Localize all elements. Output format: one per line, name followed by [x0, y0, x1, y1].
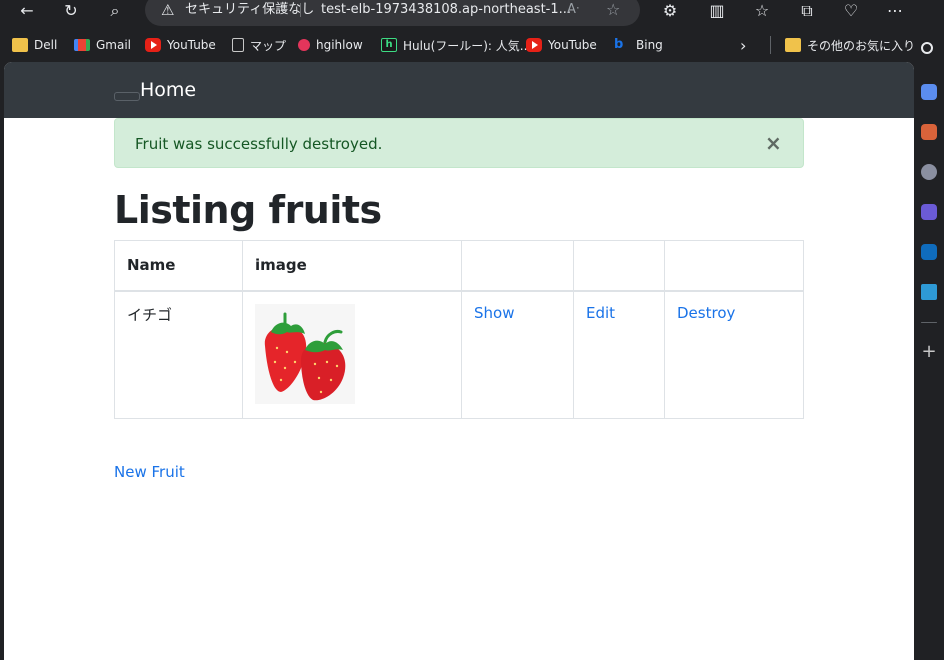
column-header-image: image — [242, 240, 462, 292]
search-icon[interactable] — [921, 42, 933, 54]
bookmark-map[interactable]: マップ — [232, 35, 286, 55]
new-fruit-link[interactable]: New Fruit — [114, 462, 185, 482]
alert-message: Fruit was successfully destroyed. — [135, 135, 383, 153]
favorite-star-icon[interactable]: ☆ — [606, 0, 620, 26]
bookmark-label: Dell — [34, 38, 58, 52]
bing-icon: b — [614, 37, 624, 52]
strawberry-image — [255, 303, 355, 404]
destroy-cell: Destroy — [664, 290, 804, 419]
close-icon[interactable]: × — [765, 133, 782, 153]
add-icon[interactable]: + — [921, 343, 937, 361]
address-divider — [300, 3, 301, 17]
edit-cell: Edit — [573, 290, 665, 419]
bookmark-label: Bing — [636, 38, 663, 52]
fruit-image-cell — [242, 290, 462, 419]
success-alert: Fruit was successfully destroyed. × — [114, 118, 804, 168]
navbar-brand-home[interactable]: Home — [140, 78, 196, 102]
favorites-icon[interactable]: ☆ — [747, 0, 777, 22]
bookmark-label: hgihlow — [316, 38, 363, 52]
bookmark-label: Hulu(フールー): 人気... — [403, 38, 532, 53]
bookmark-hulu[interactable]: h Hulu(フールー): 人気... — [381, 35, 531, 55]
bookmark-gmail[interactable]: Gmail — [74, 35, 131, 55]
bookmark-bing[interactable]: b Bing — [614, 35, 663, 55]
warning-icon: ⚠ — [161, 1, 175, 19]
hgihlow-icon — [298, 39, 310, 51]
strawberry-illustration — [264, 312, 346, 400]
shopping-tag-icon[interactable] — [921, 84, 937, 100]
navbar: Home — [4, 62, 914, 118]
address-bar[interactable]: ⚠ セキュリティ保護なし test-elb-1973438108.ap-nort… — [145, 0, 640, 26]
show-cell: Show — [461, 290, 574, 419]
gmail-icon — [74, 39, 90, 51]
browser-toolbar: ← ↻ ⌕ ⚠ セキュリティ保護なし test-elb-1973438108.a… — [0, 0, 944, 30]
youtube-icon — [526, 38, 542, 52]
bookmark-hgihlow[interactable]: hgihlow — [298, 35, 363, 55]
read-aloud-icon[interactable]: Aᐧ — [567, 0, 579, 26]
send-icon[interactable] — [921, 284, 937, 300]
bookmarks-bar: Dell Gmail YouTube マップ hgihlow h Hulu(フール… — [0, 30, 944, 60]
table-header-row: Name image — [114, 240, 804, 292]
navbar-toggler[interactable] — [114, 92, 140, 101]
bookmark-youtube[interactable]: YouTube — [145, 35, 216, 55]
outlook-icon[interactable] — [921, 244, 937, 260]
bookmark-label: その他のお気に入り — [807, 38, 916, 53]
bookmark-label: YouTube — [167, 38, 216, 52]
edge-sidebar: + — [914, 30, 944, 660]
games-icon[interactable] — [921, 164, 937, 180]
microsoft365-icon[interactable] — [921, 204, 937, 220]
fruits-table: Name image イチゴ Show Edit Destroy — [114, 240, 804, 419]
column-header-blank — [664, 240, 804, 292]
bookmark-youtube-2[interactable]: YouTube — [526, 35, 597, 55]
sidebar-divider — [921, 322, 937, 323]
back-arrow-icon[interactable]: ← — [12, 0, 42, 22]
hulu-icon: h — [381, 38, 397, 52]
youtube-icon — [145, 38, 161, 52]
bookmark-other-favorites[interactable]: その他のお気に入り — [785, 35, 915, 55]
document-icon — [232, 38, 244, 52]
column-header-blank — [573, 240, 665, 292]
destroy-link[interactable]: Destroy — [677, 304, 735, 322]
tools-icon[interactable] — [921, 124, 937, 140]
bookmarks-divider — [770, 36, 771, 54]
page-title: Listing fruits — [114, 188, 382, 232]
collections-icon[interactable]: ⧉ — [792, 0, 822, 22]
column-header-blank — [461, 240, 574, 292]
bookmark-label: Gmail — [96, 38, 132, 52]
more-menu-icon[interactable]: ⋯ — [880, 0, 910, 22]
bookmark-label: マップ — [250, 38, 287, 53]
show-link[interactable]: Show — [474, 304, 514, 322]
column-header-name: Name — [114, 240, 243, 292]
bookmark-dell[interactable]: Dell — [12, 35, 57, 55]
security-label: セキュリティ保護なし — [185, 2, 315, 17]
url-text[interactable]: test-elb-1973438108.ap-northeast-1... — [321, 0, 571, 26]
folder-icon — [785, 38, 801, 52]
page-viewport: Home Fruit was successfully destroyed. ×… — [4, 62, 914, 660]
search-icon[interactable]: ⌕ — [100, 0, 130, 22]
refresh-icon[interactable]: ↻ — [56, 0, 86, 22]
fruit-name-cell: イチゴ — [114, 290, 243, 419]
table-row: イチゴ Show Edit Destroy — [114, 290, 804, 419]
folder-icon — [12, 38, 28, 52]
bookmarks-overflow-chevron-icon[interactable]: › — [740, 35, 746, 55]
split-screen-icon[interactable]: ▥ — [702, 0, 732, 22]
extensions-icon[interactable]: ⚙ — [655, 0, 685, 22]
browser-essentials-icon[interactable]: ♡ — [836, 0, 866, 22]
bookmark-label: YouTube — [548, 38, 597, 52]
edit-link[interactable]: Edit — [586, 304, 615, 322]
